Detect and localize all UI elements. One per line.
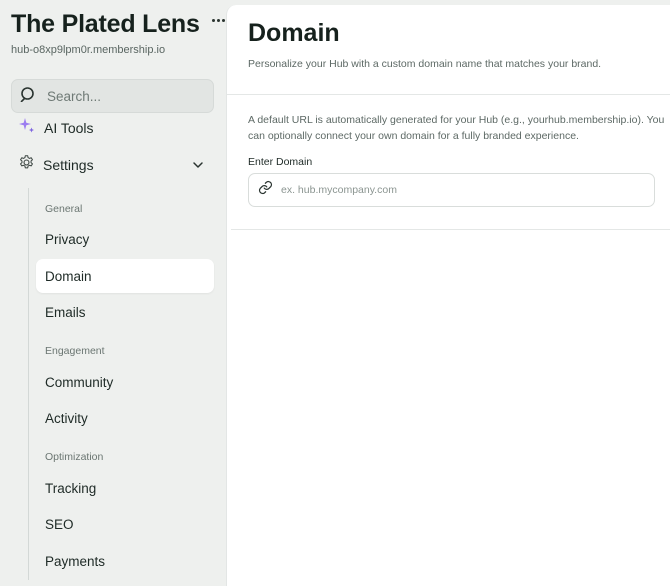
sparkle-icon (18, 117, 36, 140)
domain-description: A default URL is automatically generated… (248, 114, 665, 142)
divider (227, 94, 670, 95)
sidebar-item-privacy[interactable]: Privacy (36, 222, 214, 256)
sidebar-item-tracking[interactable]: Tracking (36, 471, 214, 505)
hub-header: The Plated Lens (11, 10, 225, 39)
domain-input[interactable] (281, 184, 621, 196)
gear-icon (18, 154, 35, 176)
sidebar-item-community[interactable]: Community (36, 365, 214, 399)
page-subtitle: Personalize your Hub with a custom domai… (248, 58, 602, 70)
sidebar-item-ai-tools[interactable]: AI Tools (18, 117, 94, 140)
group-label-optimization: Optimization (45, 451, 104, 463)
more-options-icon[interactable] (211, 19, 225, 22)
hub-title: The Plated Lens (11, 10, 200, 38)
main-panel: Domain Personalize your Hub with a custo… (226, 5, 670, 586)
sidebar-item-settings[interactable]: Settings (18, 154, 208, 176)
sidebar: The Plated Lens hub-o8xp9lpm0r.membershi… (0, 0, 226, 586)
search-input[interactable]: Search... (11, 79, 214, 113)
tree-line (28, 188, 29, 580)
group-label-engagement: Engagement (45, 345, 105, 357)
divider (231, 229, 670, 230)
sidebar-item-payments[interactable]: Payments (36, 544, 214, 578)
sidebar-item-label: AI Tools (44, 120, 94, 136)
sidebar-item-seo[interactable]: SEO (36, 507, 214, 541)
page-title: Domain (248, 19, 340, 47)
search-placeholder: Search... (47, 88, 102, 104)
sidebar-item-emails[interactable]: Emails (36, 295, 214, 329)
hub-url: hub-o8xp9lpm0r.membership.io (11, 44, 166, 56)
search-icon (20, 86, 36, 107)
domain-field-label: Enter Domain (248, 156, 313, 168)
domain-field[interactable] (248, 173, 655, 207)
chevron-down-icon[interactable] (192, 158, 204, 176)
sidebar-item-label: Settings (43, 157, 94, 173)
sidebar-item-domain[interactable]: Domain (36, 259, 214, 293)
group-label-general: General (45, 203, 83, 215)
sidebar-item-activity[interactable]: Activity (36, 401, 214, 435)
link-icon (258, 180, 273, 200)
